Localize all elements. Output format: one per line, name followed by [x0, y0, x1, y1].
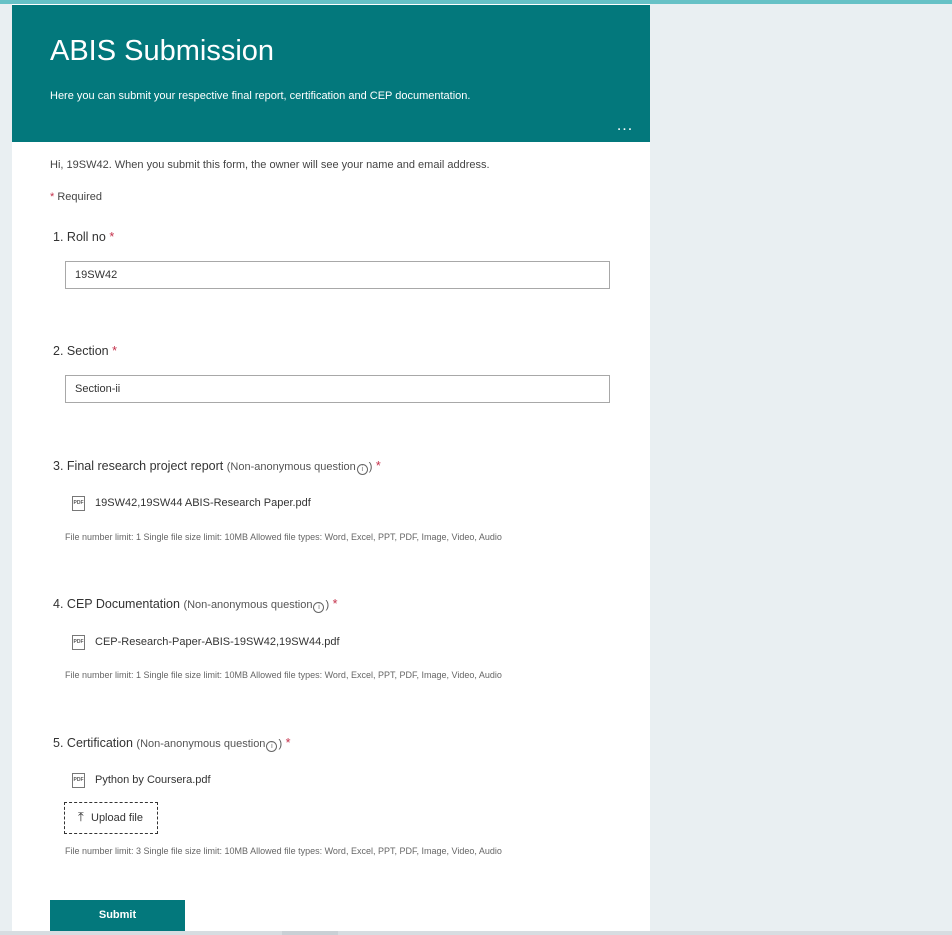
question-label: Roll no	[66, 230, 106, 244]
submit-button[interactable]: Submit	[50, 900, 185, 931]
form-subtitle: Here you can submit your respective fina…	[50, 90, 471, 102]
question-number: 3.	[53, 459, 64, 473]
uploaded-file-name[interactable]: CEP-Research-Paper-ABIS-19SW42,19SW44.pd…	[95, 636, 340, 648]
required-star: *	[375, 459, 381, 473]
question-label: Section	[66, 344, 109, 358]
upload-arrow-icon: ⤒	[78, 809, 84, 824]
required-star: *	[285, 736, 291, 750]
question-1-title: 1. Roll no *	[53, 230, 114, 244]
form-header: ABIS Submission Here you can submit your…	[12, 5, 650, 142]
more-options-icon[interactable]: ...	[612, 116, 638, 136]
page-background	[650, 4, 952, 931]
question-2-title: 2. Section *	[53, 344, 117, 358]
question-number: 5.	[53, 736, 64, 750]
question-3-title: 3. Final research project report (Non-an…	[53, 459, 381, 475]
uploaded-file-name[interactable]: Python by Coursera.pdf	[95, 774, 211, 786]
pdf-file-icon: PDF	[72, 496, 85, 511]
scrollbar-thumb[interactable]	[282, 931, 338, 935]
uploaded-file-name[interactable]: 19SW42,19SW44 ABIS-Research Paper.pdf	[95, 497, 311, 509]
upload-file-button[interactable]: ⤒ Upload file	[64, 802, 158, 834]
question-number: 1.	[53, 230, 64, 244]
required-label: Required	[57, 191, 102, 203]
question-4-title: 4. CEP Documentation (Non-anonymous ques…	[53, 597, 338, 613]
form-card: ABIS Submission Here you can submit your…	[12, 4, 650, 931]
pdf-file-icon: PDF	[72, 773, 85, 788]
question-label: Final research project report	[66, 459, 224, 473]
upload-file-label: Upload file	[91, 812, 143, 824]
bottom-scrollbar[interactable]	[0, 931, 952, 935]
roll-no-input[interactable]: 19SW42	[65, 261, 610, 289]
file-limits-note: File number limit: 3 Single file size li…	[65, 846, 502, 856]
non-anonymous-qualifier: (Non-anonymous question i)	[226, 461, 373, 475]
identity-notice: Hi, 19SW42. When you submit this form, t…	[50, 159, 490, 171]
required-star: *	[50, 191, 55, 203]
question-5-title: 5. Certification (Non-anonymous question…	[53, 736, 290, 752]
required-star: *	[332, 597, 338, 611]
question-label: CEP Documentation	[66, 597, 180, 611]
non-anonymous-qualifier: (Non-anonymous question i)	[136, 738, 283, 752]
non-anonymous-qualifier: (Non-anonymous question i)	[183, 599, 330, 613]
file-limits-note: File number limit: 1 Single file size li…	[65, 670, 502, 680]
info-icon[interactable]: i	[313, 602, 325, 613]
required-star: *	[109, 230, 115, 244]
info-icon[interactable]: i	[356, 464, 368, 475]
required-star: *	[112, 344, 117, 358]
info-icon[interactable]: i	[266, 741, 278, 752]
form-title: ABIS Submission	[50, 35, 275, 67]
section-input[interactable]: Section-ii	[65, 375, 610, 403]
file-limits-note: File number limit: 1 Single file size li…	[65, 532, 502, 542]
pdf-file-icon: PDF	[72, 635, 85, 650]
required-legend: * Required	[50, 191, 102, 203]
question-number: 4.	[53, 597, 64, 611]
question-number: 2.	[53, 344, 64, 358]
question-label: Certification	[66, 736, 133, 750]
